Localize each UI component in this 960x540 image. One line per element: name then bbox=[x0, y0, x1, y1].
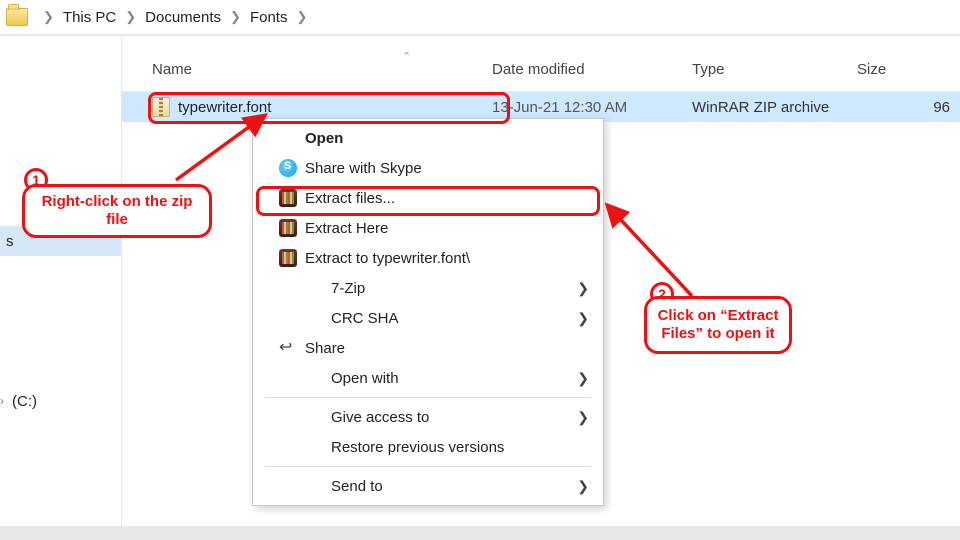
chevron-right-icon: › bbox=[0, 394, 10, 408]
menu-label: Extract to typewriter.font\ bbox=[301, 250, 589, 267]
menu-extract-here[interactable]: Extract Here bbox=[253, 213, 603, 243]
menu-label: Extract files... bbox=[301, 190, 589, 207]
menu-separator bbox=[265, 397, 591, 398]
share-icon bbox=[279, 339, 297, 357]
breadcrumb-item[interactable]: Documents bbox=[145, 9, 221, 26]
menu-restore-versions[interactable]: Restore previous versions bbox=[253, 432, 603, 462]
chevron-right-icon: ❯ bbox=[221, 9, 250, 25]
menu-7zip[interactable]: 7-Zip ❯ bbox=[253, 273, 603, 303]
file-size: 96 bbox=[857, 99, 960, 116]
chevron-right-icon: ❯ bbox=[577, 310, 589, 327]
breadcrumb[interactable]: ❯ This PC ❯ Documents ❯ Fonts ❯ bbox=[0, 0, 960, 36]
zip-archive-icon bbox=[152, 97, 170, 117]
chevron-right-icon: ❯ bbox=[287, 9, 316, 25]
breadcrumb-item[interactable]: Fonts bbox=[250, 9, 288, 26]
column-header-type[interactable]: Type bbox=[692, 61, 857, 78]
file-date: 13-Jun-21 12:30 AM bbox=[492, 99, 692, 116]
menu-extract-files[interactable]: Extract files... bbox=[253, 183, 603, 213]
column-header-date[interactable]: Date modified bbox=[492, 61, 692, 78]
file-type: WinRAR ZIP archive bbox=[692, 99, 857, 116]
column-header-name[interactable]: Name bbox=[122, 61, 492, 78]
menu-label: CRC SHA bbox=[301, 310, 577, 327]
menu-share-skype[interactable]: Share with Skype bbox=[253, 153, 603, 183]
chevron-right-icon: ❯ bbox=[34, 9, 63, 25]
folder-icon bbox=[6, 8, 28, 26]
menu-label: Share with Skype bbox=[301, 160, 589, 177]
skype-icon bbox=[279, 159, 297, 177]
menu-send-to[interactable]: Send to ❯ bbox=[253, 471, 603, 501]
menu-label: Open bbox=[301, 130, 589, 147]
menu-label: 7-Zip bbox=[301, 280, 577, 297]
menu-label: Share bbox=[301, 340, 589, 357]
menu-share[interactable]: Share bbox=[253, 333, 603, 363]
breadcrumb-item[interactable]: This PC bbox=[63, 9, 116, 26]
context-menu: Open Share with Skype Extract files... E… bbox=[252, 118, 604, 506]
annotation-step1: Right-click on the zip file bbox=[22, 184, 212, 238]
menu-crc-sha[interactable]: CRC SHA ❯ bbox=[253, 303, 603, 333]
sidebar-item-label: s bbox=[6, 233, 14, 250]
chevron-right-icon: ❯ bbox=[577, 478, 589, 495]
chevron-right-icon: ❯ bbox=[577, 280, 589, 297]
menu-separator bbox=[265, 466, 591, 467]
column-headers[interactable]: Name Date modified Type Size bbox=[122, 48, 960, 92]
menu-label: Open with bbox=[301, 370, 577, 387]
annotation-text: Right-click on the zip file bbox=[35, 193, 199, 229]
sidebar-item-label: (C:) bbox=[12, 393, 37, 410]
file-name: typewriter.font bbox=[178, 99, 271, 116]
chevron-right-icon: ❯ bbox=[577, 409, 589, 426]
annotation-step2: Click on “Extract Files” to open it bbox=[644, 296, 792, 354]
annotation-text: Click on “Extract Files” to open it bbox=[657, 307, 779, 343]
menu-open[interactable]: Open bbox=[253, 123, 603, 153]
winrar-icon bbox=[279, 249, 297, 267]
winrar-icon bbox=[279, 189, 297, 207]
menu-extract-to[interactable]: Extract to typewriter.font\ bbox=[253, 243, 603, 273]
sidebar-item-drive[interactable]: › (C:) bbox=[0, 386, 121, 416]
menu-label: Send to bbox=[301, 478, 577, 495]
menu-label: Extract Here bbox=[301, 220, 589, 237]
status-bar bbox=[0, 526, 960, 540]
winrar-icon bbox=[279, 219, 297, 237]
chevron-right-icon: ❯ bbox=[116, 9, 145, 25]
sidebar[interactable]: s › (C:) bbox=[0, 36, 122, 526]
sidebar-item[interactable] bbox=[0, 256, 121, 286]
sort-indicator-icon: ⌃ bbox=[402, 50, 411, 63]
column-header-size[interactable]: Size bbox=[857, 61, 960, 78]
menu-give-access[interactable]: Give access to ❯ bbox=[253, 402, 603, 432]
chevron-right-icon: ❯ bbox=[577, 370, 589, 387]
menu-label: Give access to bbox=[301, 409, 577, 426]
menu-open-with[interactable]: Open with ❯ bbox=[253, 363, 603, 393]
menu-label: Restore previous versions bbox=[301, 439, 589, 456]
